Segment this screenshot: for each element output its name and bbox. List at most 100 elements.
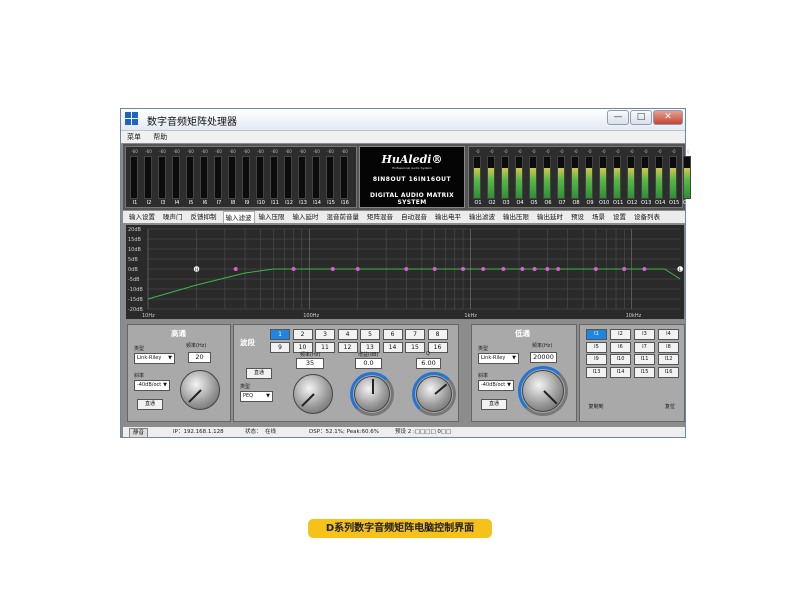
channel-button[interactable]: I7 [634,341,655,353]
channel-button[interactable]: I15 [634,366,655,378]
eq-freq-input[interactable]: 35 [296,358,324,369]
highpass-slope-select[interactable]: -40dB/oct ▼ [134,380,170,391]
tab-12[interactable]: 输出延时 [535,211,565,223]
meter-channel-label: O13 [641,200,652,206]
eq-graph-svg[interactable]: 20dB15dB10dB5dB0dB-5dB-10dB-15dB-20dB10H… [126,225,684,319]
channel-button[interactable]: I6 [610,341,631,353]
logo-line-1: 8IN8OUT 16IN16OUT [372,176,452,183]
knob-pointer [188,389,202,403]
meter-channel-label: O10 [599,200,610,206]
channel-button[interactable]: I9 [586,354,607,365]
channel-button[interactable]: I13 [586,366,607,378]
channel-button[interactable]: I4 [658,329,679,340]
eq-gain-knob[interactable] [354,376,390,412]
close-button[interactable]: ✕ [653,110,683,125]
channel-button[interactable]: I5 [586,341,607,353]
meter-channel-label: I5 [188,200,194,206]
lowpass-type-label: 类型 [478,346,489,352]
eq-bypass-button[interactable]: 直通 [246,368,272,379]
channel-button[interactable]: I16 [658,366,679,378]
eq-type-select[interactable]: PEQ ▼ [240,391,273,402]
eq-gain-input[interactable]: 0.0 [355,358,382,369]
meter-bar [312,156,320,199]
menu-item-menu[interactable]: 菜单 [127,133,141,141]
maximize-button[interactable]: □ [630,110,652,125]
eq-q-input[interactable]: 6.00 [416,358,441,369]
tab-3[interactable]: 输入滤波 [222,211,255,223]
band-button[interactable]: 16 [427,342,448,353]
eq-q-knob[interactable] [416,376,452,412]
meter-value-label: -60 [313,149,320,154]
lowpass-freq-input[interactable]: 20000 [530,352,557,363]
meter-channel-label: I3 [160,200,166,206]
output-meter: -0 O5 [529,149,538,208]
band-button[interactable]: 6 [382,329,403,340]
tab-9[interactable]: 输出电平 [433,211,463,223]
eq-graph[interactable]: 20dB 15dB 10dB 5dB 0dB -5dB -10dB -15dB -20dB 10H… [125,224,685,320]
channel-button[interactable]: I8 [658,341,679,353]
meter-value-label: -60 [201,149,208,154]
y-tick-label: 10dB [128,247,142,253]
band-button[interactable]: 2 [292,329,313,340]
tab-2[interactable]: 反馈抑制 [189,211,219,223]
band-button[interactable]: 3 [315,329,335,340]
band-button[interactable]: 12 [337,342,358,353]
tab-7[interactable]: 矩阵混音 [365,211,395,223]
channel-button[interactable]: I1 [586,329,607,340]
tab-11[interactable]: 输出压限 [501,211,531,223]
tab-14[interactable]: 场景 [590,211,607,223]
band-button[interactable]: 9 [270,342,290,353]
tab-8[interactable]: 自动混音 [399,211,429,223]
highpass-type-value: Link-Riley [137,355,162,361]
channel-button[interactable]: I3 [634,329,655,340]
meter-bar [627,156,635,199]
copy-to-button[interactable]: 复制到 [584,403,608,414]
meter-channel-label: I14 [313,200,321,206]
tab-15[interactable]: 设置 [611,211,628,223]
meter-bar [501,156,509,199]
tab-16[interactable]: 设备列表 [632,211,662,223]
channel-button[interactable]: I14 [610,366,631,378]
band-button[interactable]: 8 [427,329,448,340]
tab-0[interactable]: 输入设置 [127,211,157,223]
channel-button[interactable]: I12 [658,354,679,365]
meter-channel-label: I15 [327,200,335,206]
channel-button[interactable]: I2 [610,329,631,340]
tab-10[interactable]: 输出滤波 [467,211,497,223]
highpass-freq-input[interactable]: 20 [188,352,211,363]
y-tick-label: -10dB [128,287,143,293]
channel-button[interactable]: I10 [610,354,631,365]
lowpass-freq-knob[interactable] [522,370,564,412]
mute-button[interactable]: 静音 [129,428,149,438]
tab-5[interactable]: 输入延时 [291,211,321,223]
tab-4[interactable]: 输入压限 [257,211,287,223]
lowpass-bypass-button[interactable]: 直通 [481,399,507,410]
tab-13[interactable]: 预设 [569,211,586,223]
menu-item-help[interactable]: 帮助 [153,133,167,141]
meter-value-label: -0 [657,149,662,154]
brand-logo: HuAledi® Professional Audio System 8IN8O… [359,146,465,208]
input-meter: -60 I3 [158,149,167,208]
status-state-value: 在线 [265,429,277,435]
highpass-bypass-button[interactable]: 直通 [137,399,163,410]
band-button[interactable]: 1 [270,329,290,340]
band-button[interactable]: 15 [405,342,425,353]
lowpass-slope-select[interactable]: -40dB/oct ▼ [478,380,514,391]
highpass-type-select[interactable]: Link-Riley ▼ [134,353,175,364]
eq-freq-knob[interactable] [293,374,333,414]
tab-6[interactable]: 混音前音量 [325,211,362,223]
minimize-button[interactable]: — [607,110,629,125]
tab-1[interactable]: 噪声门 [161,211,185,223]
channel-button[interactable]: I11 [634,354,655,365]
band-button[interactable]: 14 [382,342,403,353]
meter-value-label: -60 [285,149,292,154]
band-button[interactable]: 5 [360,329,380,340]
meter-bar [529,156,537,199]
band-button[interactable]: 4 [337,329,358,340]
reset-button[interactable]: 复位 [658,403,682,414]
highpass-freq-knob[interactable] [180,370,220,410]
lowpass-type-select[interactable]: Link-Riley ▼ [478,353,519,364]
meter-value-label: -0 [601,149,606,154]
meter-value-label: -0 [531,149,536,154]
band-button[interactable]: 7 [405,329,425,340]
